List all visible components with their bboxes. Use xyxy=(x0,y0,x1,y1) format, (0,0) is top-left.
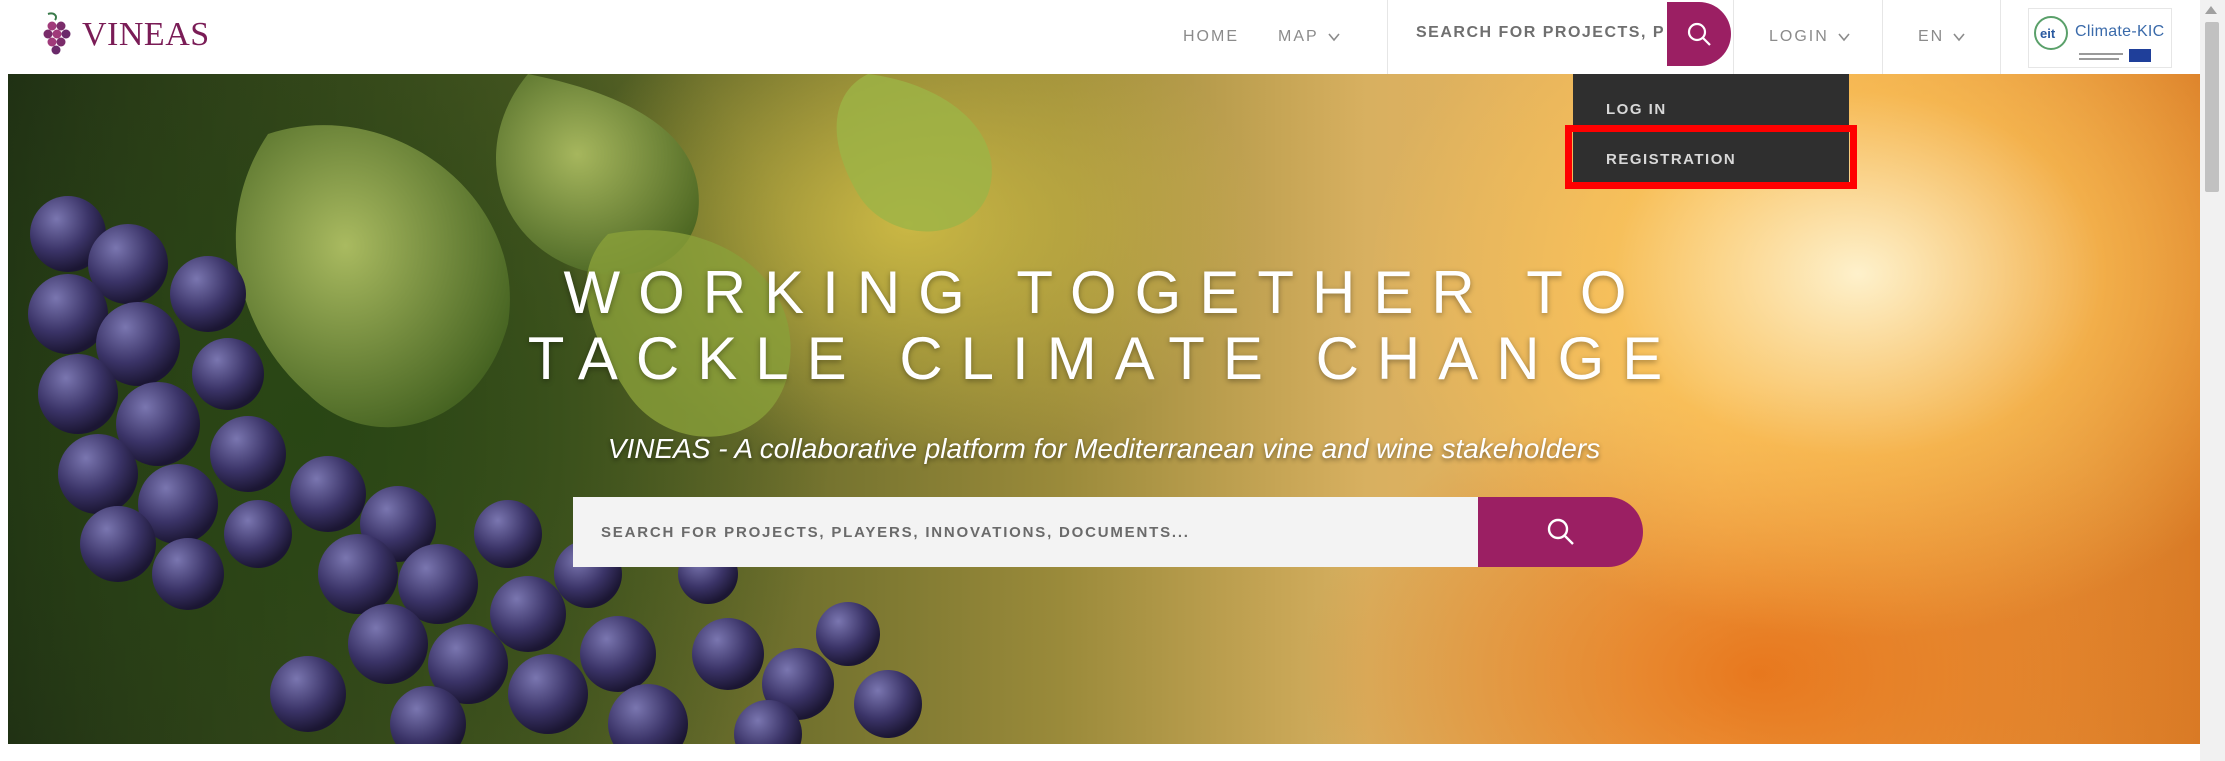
hero-subtitle: VINEAS - A collaborative platform for Me… xyxy=(607,433,1601,464)
top-header: VINEAS HOME MAP SEARCH FOR PROJECTS, PL.… xyxy=(0,0,2200,74)
language-selector[interactable]: EN xyxy=(1918,0,1966,74)
grape-logo-icon xyxy=(43,12,71,55)
divider xyxy=(2000,0,2001,74)
chevron-down-icon xyxy=(1328,33,1340,42)
grapes-illustration xyxy=(28,74,992,744)
nav-login-menu[interactable]: LOGIN xyxy=(1769,0,1851,74)
nav-map-menu[interactable]: MAP xyxy=(1278,0,1341,74)
divider xyxy=(1882,0,1883,74)
hero-search-bar xyxy=(573,497,1643,567)
hero-search-button[interactable] xyxy=(1478,497,1643,567)
nav-home-link[interactable]: HOME xyxy=(1183,0,1239,74)
climate-kic-logo[interactable]: eit Climate-KIC xyxy=(2028,8,2172,68)
registration-highlight-box xyxy=(1565,125,1857,189)
language-label: EN xyxy=(1918,28,1945,45)
menu-item-log-in[interactable]: LOG IN xyxy=(1606,101,1667,118)
partner-logo-text: Climate-KIC xyxy=(2075,23,2165,40)
svg-text:eit: eit xyxy=(2040,26,2056,41)
scroll-up-arrow-icon[interactable] xyxy=(2205,6,2217,14)
hero-title: WORKING TOGETHER TO TACKLE CLIMATE CHANG… xyxy=(8,260,2200,392)
header-search-button[interactable] xyxy=(1667,2,1731,66)
nav-login-label: LOGIN xyxy=(1769,28,1829,45)
search-icon xyxy=(1547,518,1574,545)
hero-title-line1: WORKING TOGETHER TO xyxy=(563,259,1645,326)
nav-map-label: MAP xyxy=(1278,28,1319,45)
header-search-input[interactable]: SEARCH FOR PROJECTS, PL... xyxy=(1416,24,1666,42)
hero-banner: WORKING TOGETHER TO TACKLE CLIMATE CHANG… xyxy=(8,74,2200,744)
brand-name: VINEAS xyxy=(82,16,210,53)
vineas-logo[interactable]: VINEAS xyxy=(40,10,210,60)
scrollbar-thumb[interactable] xyxy=(2205,22,2219,192)
hero-title-line2: TACKLE CLIMATE CHANGE xyxy=(527,325,1681,392)
chevron-down-icon xyxy=(1953,33,1965,42)
hero-search-input[interactable] xyxy=(573,497,1478,567)
search-icon xyxy=(1687,22,1711,46)
page-below-hero xyxy=(0,744,2200,761)
chevron-down-icon xyxy=(1838,33,1850,42)
